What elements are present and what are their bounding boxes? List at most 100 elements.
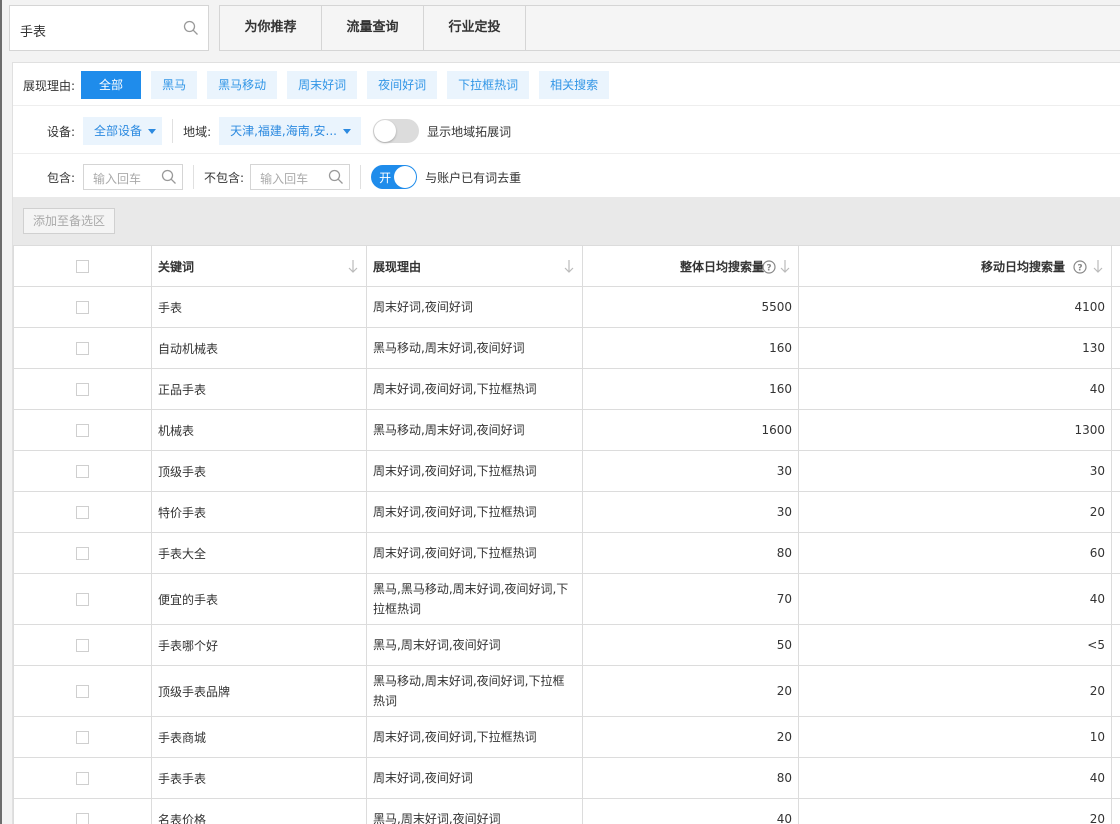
row-checkbox[interactable] — [76, 464, 89, 478]
add-to-candidates-button[interactable]: 添加至备选区 — [23, 208, 116, 234]
include-label: 包含: — [47, 170, 76, 185]
divider — [13, 153, 1120, 154]
table-row[interactable]: 顶级手表 周末好词,夜间好词,下拉框热词 30 30 — [13, 450, 1120, 492]
exclude-input[interactable]: 输入回车 — [250, 164, 351, 190]
sort-down-icon[interactable] — [1093, 258, 1103, 274]
mobile-search-cell: <5 — [798, 624, 1112, 666]
row-select-cell — [13, 624, 152, 666]
reason-chip-dark-horse[interactable]: 黑马 — [151, 71, 198, 99]
row-checkbox[interactable] — [76, 771, 89, 785]
sort-down-icon[interactable] — [564, 258, 574, 274]
reason-chip-all[interactable]: 全部 — [81, 71, 142, 99]
dedupe-toggle[interactable]: 开 — [371, 165, 418, 189]
row-checkbox[interactable] — [76, 423, 89, 437]
search-icon[interactable] — [328, 169, 344, 185]
row-select-cell — [13, 665, 152, 717]
row-select-cell — [13, 409, 152, 451]
region-expand-toggle[interactable] — [373, 119, 420, 143]
keyword-planner-page: 手表 为你推荐 流量查询 行业定投 展现理由: 全部 黑马 黑马移动 周末好词 … — [0, 0, 1120, 824]
tab-industry[interactable]: 行业定投 — [424, 6, 526, 50]
overall-search-cell: 1600 — [582, 409, 799, 451]
table-row[interactable]: 顶级手表品牌 黑马移动,周末好词,夜间好词,下拉框热词 20 20 — [13, 665, 1120, 717]
mobile-search-cell: 30 — [798, 450, 1112, 492]
header-overflow — [1111, 245, 1120, 287]
header-select-all — [13, 245, 152, 287]
row-checkbox[interactable] — [76, 505, 89, 519]
header-keyword[interactable]: 关键词 — [151, 245, 367, 287]
overall-search-cell: 160 — [582, 368, 799, 410]
header-reason-label: 展现理由 — [373, 259, 422, 274]
reason-cell: 周末好词,夜间好词 — [366, 757, 583, 799]
region-dropdown[interactable]: 天津,福建,海南,安... — [219, 117, 362, 145]
table-row[interactable]: 手表大全 周末好词,夜间好词,下拉框热词 80 60 — [13, 532, 1120, 574]
table-row[interactable]: 手表 周末好词,夜间好词 5500 4100 — [13, 286, 1120, 328]
row-checkbox[interactable] — [76, 730, 89, 744]
mobile-search-cell: 40 — [798, 573, 1112, 625]
tab-recommend[interactable]: 为你推荐 — [220, 6, 322, 50]
help-circle-icon[interactable]: ? — [1073, 260, 1087, 274]
overall-search-cell: 40 — [582, 798, 799, 824]
reason-chip-dark-horse-mobile[interactable]: 黑马移动 — [207, 71, 278, 99]
overall-search-cell: 80 — [582, 757, 799, 799]
reason-chip-weekend[interactable]: 周末好词 — [287, 71, 358, 99]
reason-chip-night[interactable]: 夜间好词 — [367, 71, 438, 99]
tab-traffic-query[interactable]: 流量查询 — [322, 6, 424, 50]
reason-cell: 周末好词,夜间好词,下拉框热词 — [366, 716, 583, 758]
device-dropdown[interactable]: 全部设备 — [83, 117, 163, 145]
header-overall-search[interactable]: 整体日均搜索量 ? — [582, 245, 799, 287]
select-all-checkbox[interactable] — [76, 259, 89, 273]
overall-search-cell: 50 — [582, 624, 799, 666]
toggle-knob — [394, 166, 417, 188]
search-icon[interactable] — [183, 20, 199, 36]
overflow-cell — [1111, 532, 1120, 574]
row-checkbox[interactable] — [76, 684, 89, 698]
reason-chip-related[interactable]: 相关搜索 — [539, 71, 610, 99]
row-checkbox[interactable] — [76, 546, 89, 560]
keyword-search-input[interactable]: 手表 — [9, 5, 209, 51]
row-checkbox[interactable] — [76, 592, 89, 606]
caret-down-icon — [148, 128, 157, 134]
caret-down-icon — [343, 128, 351, 134]
overflow-cell — [1111, 409, 1120, 451]
overflow-cell — [1111, 286, 1120, 328]
table-row[interactable]: 手表商城 周末好词,夜间好词,下拉框热词 20 10 — [13, 716, 1120, 758]
exclude-label: 不包含: — [204, 170, 245, 185]
mobile-search-cell: 20 — [798, 798, 1112, 824]
sort-down-icon[interactable] — [780, 258, 790, 274]
table-row[interactable]: 正品手表 周末好词,夜间好词,下拉框热词 160 40 — [13, 368, 1120, 410]
header-mobile-search[interactable]: 移动日均搜索量 ? — [798, 245, 1112, 287]
table-row[interactable]: 便宜的手表 黑马,黑马移动,周末好词,夜间好词,下拉框热词 70 40 — [13, 573, 1120, 625]
mobile-search-cell: 20 — [798, 491, 1112, 533]
table-row[interactable]: 名表价格 黑马,周末好词,夜间好词 40 20 — [13, 798, 1120, 824]
sort-down-icon[interactable] — [348, 258, 358, 274]
overflow-cell — [1111, 624, 1120, 666]
table-row[interactable]: 手表手表 周末好词,夜间好词 80 40 — [13, 757, 1120, 799]
table-body: 手表 周末好词,夜间好词 5500 4100 自动机械表 黑马移动,周末好词,夜间好词 16… — [13, 286, 1120, 824]
row-checkbox[interactable] — [76, 382, 89, 396]
toggle-on-text: 开 — [379, 171, 392, 185]
reason-cell: 周末好词,夜间好词 — [366, 286, 583, 328]
table-row[interactable]: 自动机械表 黑马移动,周末好词,夜间好词 160 130 — [13, 327, 1120, 369]
table-row[interactable]: 特价手表 周末好词,夜间好词,下拉框热词 30 20 — [13, 491, 1120, 533]
device-region-row: 设备: 全部设备 地域: 天津,福建,海南,安... 显示地域拓展词 — [47, 116, 511, 146]
overflow-cell — [1111, 798, 1120, 824]
overflow-cell — [1111, 716, 1120, 758]
keyword-panel: 展现理由: 全部 黑马 黑马移动 周末好词 夜间好词 下拉框热词 相关搜索 设备… — [12, 62, 1120, 824]
include-input[interactable]: 输入回车 — [83, 164, 184, 190]
help-circle-icon[interactable]: ? — [762, 260, 776, 274]
row-checkbox[interactable] — [76, 300, 89, 314]
row-checkbox[interactable] — [76, 638, 89, 652]
reason-chip-dropdown-hot[interactable]: 下拉框热词 — [447, 71, 530, 99]
table-row[interactable]: 手表哪个好 黑马,周末好词,夜间好词 50 <5 — [13, 624, 1120, 666]
row-select-cell — [13, 573, 152, 625]
reason-cell: 周末好词,夜间好词,下拉框热词 — [366, 368, 583, 410]
search-icon[interactable] — [161, 169, 177, 185]
header-reason[interactable]: 展现理由 — [366, 245, 583, 287]
keyword-cell: 便宜的手表 — [151, 573, 367, 625]
table-row[interactable]: 机械表 黑马移动,周末好词,夜间好词 1600 1300 — [13, 409, 1120, 451]
row-checkbox[interactable] — [76, 341, 89, 355]
overall-search-cell: 30 — [582, 491, 799, 533]
keyword-cell: 手表商城 — [151, 716, 367, 758]
overflow-cell — [1111, 450, 1120, 492]
row-checkbox[interactable] — [76, 812, 89, 824]
